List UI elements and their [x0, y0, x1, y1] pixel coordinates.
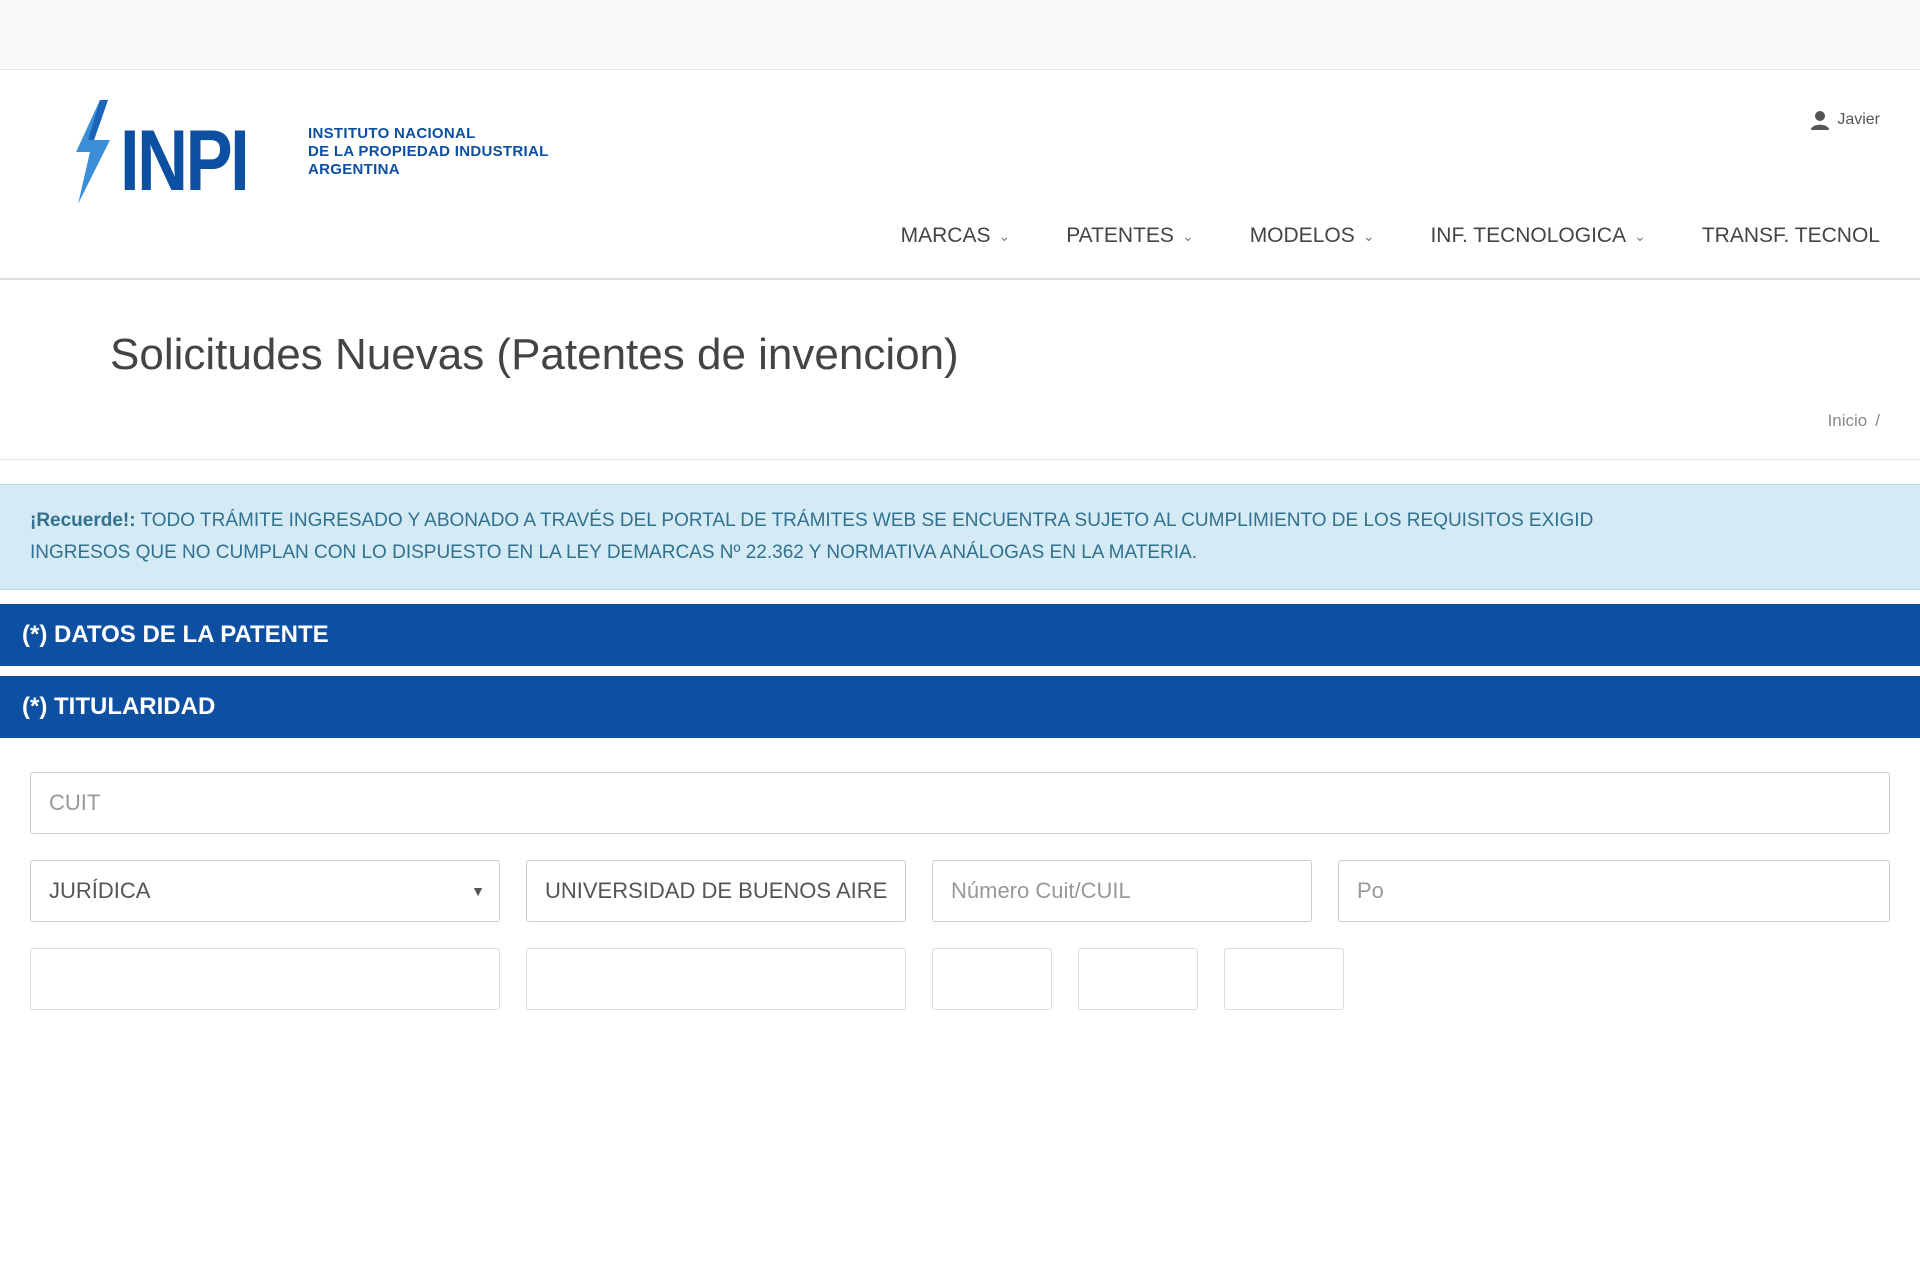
form-field-stub[interactable]: [1078, 948, 1198, 1010]
chevron-down-icon: ⌄: [1181, 227, 1194, 244]
alert-text: Todo trámite ingresado y abonado a travé…: [140, 510, 1594, 531]
section-label: (*) TITULARIDAD: [22, 693, 216, 720]
nav-item-inf-tecnologica[interactable]: Inf. Tecnologica ⌄: [1430, 224, 1645, 248]
numero-cuit-input[interactable]: [932, 860, 1312, 922]
user-name: Javier: [1837, 111, 1880, 128]
nav-item-label: Inf. Tecnologica: [1430, 224, 1627, 247]
inpi-logo[interactable]: INPI Instituto Nacional de la Propiedad …: [70, 100, 549, 204]
section-label: (*) DATOS DE LA PATENTE: [22, 621, 329, 648]
nav-item-patentes[interactable]: Patentes ⌄: [1066, 224, 1193, 248]
titularidad-form: JURÍDICA ▼: [0, 738, 1920, 1010]
nav-item-label: Transf. Tecnol: [1701, 224, 1880, 247]
section-titularidad[interactable]: (*) TITULARIDAD: [0, 676, 1920, 738]
caret-down-icon: ▼: [471, 883, 485, 899]
form-field-stub[interactable]: [1224, 948, 1344, 1010]
breadcrumb-item-inicio[interactable]: Inicio: [1828, 411, 1868, 431]
logo-caption: Instituto Nacional de la Propiedad Indus…: [308, 125, 549, 179]
alert-text-continued: ingresos que no cumplan con lo dispuesto…: [30, 542, 1197, 563]
breadcrumb-separator: /: [1875, 411, 1880, 430]
logo-wordmark: INPI: [120, 113, 250, 209]
nav-item-transf-tecnol[interactable]: Transf. Tecnol: [1702, 224, 1880, 248]
page-title: Solicitudes Nuevas (Patentes de invencio…: [110, 330, 959, 379]
top-strip: [0, 0, 1920, 70]
user-icon: [1811, 111, 1830, 130]
chevron-down-icon: ⌄: [1634, 227, 1646, 244]
extra-input[interactable]: [1338, 860, 1890, 922]
alert-heading: ¡Recuerde!:: [30, 510, 136, 531]
logo-caption-line: Instituto Nacional: [308, 125, 476, 142]
main-nav: Marcas ⌄ Patentes ⌄ Modelos ⌄ Inf. Tecno…: [901, 224, 1880, 248]
page: INPI Instituto Nacional de la Propiedad …: [0, 0, 1920, 1276]
nav-item-label: Modelos: [1249, 224, 1355, 247]
razon-social-input[interactable]: [526, 860, 906, 922]
tipo-persona-select[interactable]: JURÍDICA ▼: [30, 860, 500, 922]
breadcrumb: Inicio /: [1828, 411, 1880, 431]
tipo-persona-value: JURÍDICA: [49, 878, 151, 903]
logo-caption-line: de la Propiedad Industrial: [308, 143, 549, 160]
form-field-stub[interactable]: [932, 948, 1052, 1010]
nav-item-label: Patentes: [1066, 224, 1174, 247]
form-row: [30, 948, 1890, 1010]
chevron-down-icon: ⌄: [998, 227, 1011, 244]
lightning-bolt-icon: [76, 100, 110, 204]
chevron-down-icon: ⌄: [1362, 227, 1375, 244]
section-datos-patente[interactable]: (*) DATOS DE LA PATENTE: [0, 604, 1920, 666]
site-header: INPI Instituto Nacional de la Propiedad …: [0, 70, 1920, 280]
form-field-stub[interactable]: [526, 948, 906, 1010]
form-field-stub[interactable]: [30, 948, 500, 1010]
form-row: JURÍDICA ▼: [30, 860, 1890, 922]
logo-caption-line: Argentina: [308, 161, 400, 178]
title-area: Solicitudes Nuevas (Patentes de invencio…: [0, 280, 1920, 460]
nav-item-marcas[interactable]: Marcas ⌄: [901, 224, 1011, 248]
user-menu[interactable]: Javier: [1811, 110, 1880, 130]
cuit-input[interactable]: [30, 772, 1890, 834]
reminder-alert: ¡Recuerde!: Todo trámite ingresado y abo…: [0, 484, 1920, 590]
logo-mark: INPI: [70, 100, 290, 204]
nav-item-modelos[interactable]: Modelos ⌄: [1250, 224, 1375, 248]
nav-item-label: Marcas: [900, 224, 991, 247]
